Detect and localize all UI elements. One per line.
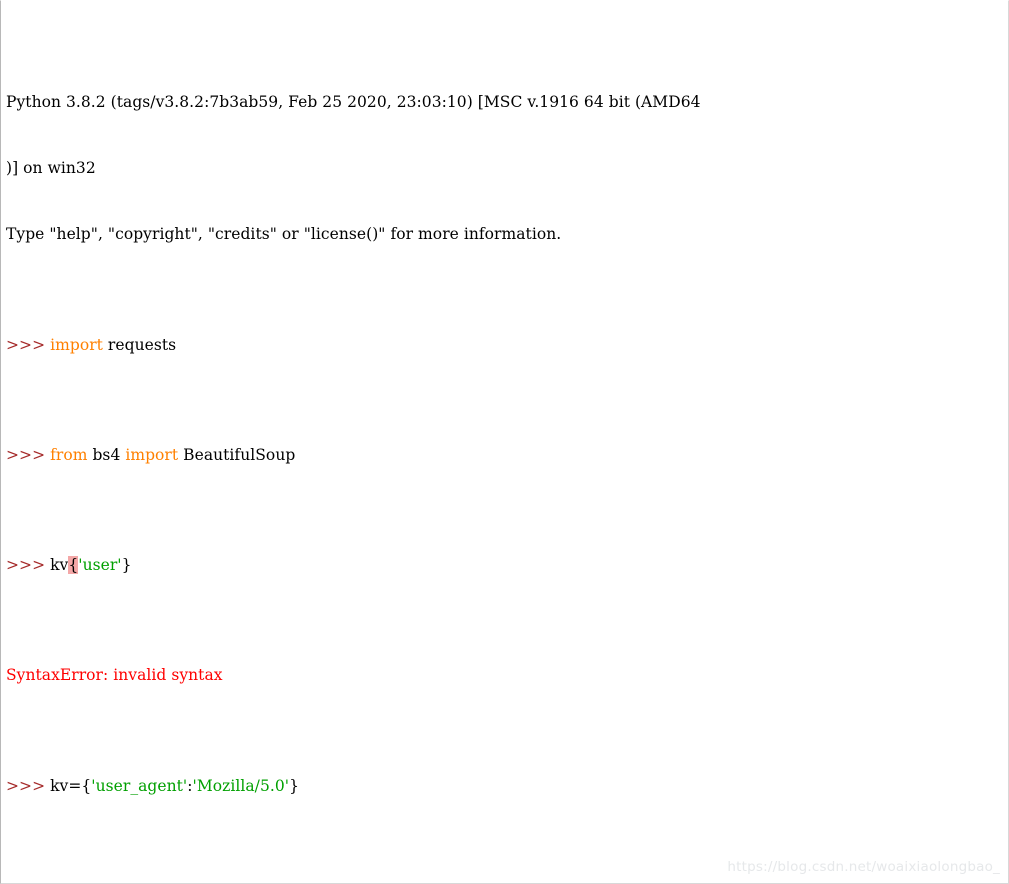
keyword-import: import <box>50 335 103 354</box>
input-line-import-bs4[interactable]: >>> from bs4 import BeautifulSoup <box>6 444 1008 466</box>
csdn-watermark: https://blog.csdn.net/woaixiaolongbao_ <box>727 859 1000 875</box>
banner-line-1: Python 3.8.2 (tags/v3.8.2:7b3ab59, Feb 2… <box>6 91 1008 113</box>
banner-text-2: )] on win32 <box>6 159 96 178</box>
banner-help-text: Type "help", "copyright", "credits" or "… <box>6 225 562 244</box>
module-requests: requests <box>102 335 177 354</box>
identifier-kv: kv <box>50 556 69 575</box>
syntax-error-text: SyntaxError: invalid syntax <box>6 666 223 685</box>
string-user: 'user' <box>78 556 122 575</box>
idle-shell-window[interactable]: Python 3.8.2 (tags/v3.8.2:7b3ab59, Feb 2… <box>0 0 1009 884</box>
prompt-marker: >>> <box>6 556 51 575</box>
keyword-from: from <box>50 445 88 464</box>
input-line-kv-dict[interactable]: >>> kv={'user_agent':'Mozilla/5.0'} <box>6 775 1008 797</box>
closing-brace: } <box>121 556 132 575</box>
string-mozilla-value: 'Mozilla/5.0' <box>192 776 290 795</box>
module-bs4: bs4 <box>87 445 126 464</box>
syntax-error-highlight: { <box>68 556 79 575</box>
closing-brace: } <box>289 776 299 795</box>
keyword-import: import <box>125 445 179 464</box>
banner-text-1: Python 3.8.2 (tags/v3.8.2:7b3ab59, Feb 2… <box>6 93 701 112</box>
prompt-marker: >>> <box>6 335 51 354</box>
input-line-kv-invalid[interactable]: >>> kv{'user'} <box>6 554 1008 576</box>
output-syntax-error: SyntaxError: invalid syntax <box>6 664 1008 686</box>
prompt-marker: >>> <box>6 445 51 464</box>
shell-console-output[interactable]: Python 3.8.2 (tags/v3.8.2:7b3ab59, Feb 2… <box>1 1 1008 883</box>
banner-line-2: )] on win32 <box>6 157 1008 179</box>
string-user-agent-key: 'user_agent' <box>91 776 188 795</box>
banner-help-line: Type "help", "copyright", "credits" or "… <box>6 223 1008 245</box>
prompt-marker: >>> <box>6 776 51 795</box>
symbol-beautifulsoup: BeautifulSoup <box>178 445 296 464</box>
assign-kv: kv={ <box>50 776 92 795</box>
input-line-import-requests[interactable]: >>> import requests <box>6 334 1008 356</box>
